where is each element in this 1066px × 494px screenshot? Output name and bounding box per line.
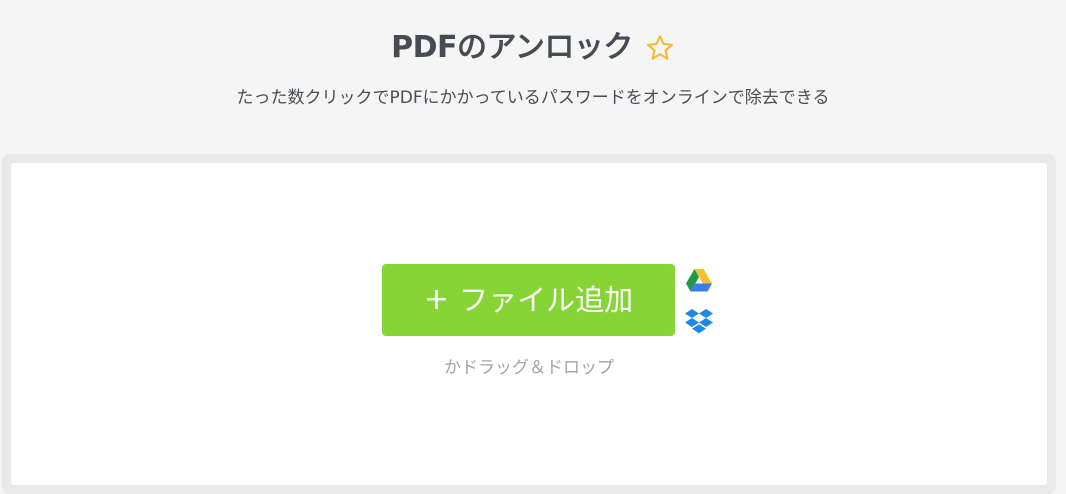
- add-file-label: ファイル追加: [459, 283, 634, 317]
- title-row: PDFのアンロック: [0, 26, 1066, 70]
- dropbox-icon[interactable]: [684, 307, 714, 337]
- plus-label: +: [423, 282, 450, 317]
- page-title: PDFのアンロック: [391, 30, 633, 65]
- file-drop-zone[interactable]: + ファイル追加 かドラッグ＆ドロップ: [11, 163, 1047, 485]
- drag-drop-hint: かドラッグ＆ドロップ: [444, 358, 614, 378]
- add-file-button[interactable]: + ファイル追加: [382, 264, 675, 336]
- drop-area-frame: + ファイル追加 かドラッグ＆ドロップ: [2, 154, 1056, 494]
- star-icon[interactable]: [645, 33, 675, 63]
- page-subtitle: たった数クリックでPDFにかかっているパスワードをオンラインで除去できる: [236, 88, 830, 108]
- google-drive-icon[interactable]: [684, 266, 714, 296]
